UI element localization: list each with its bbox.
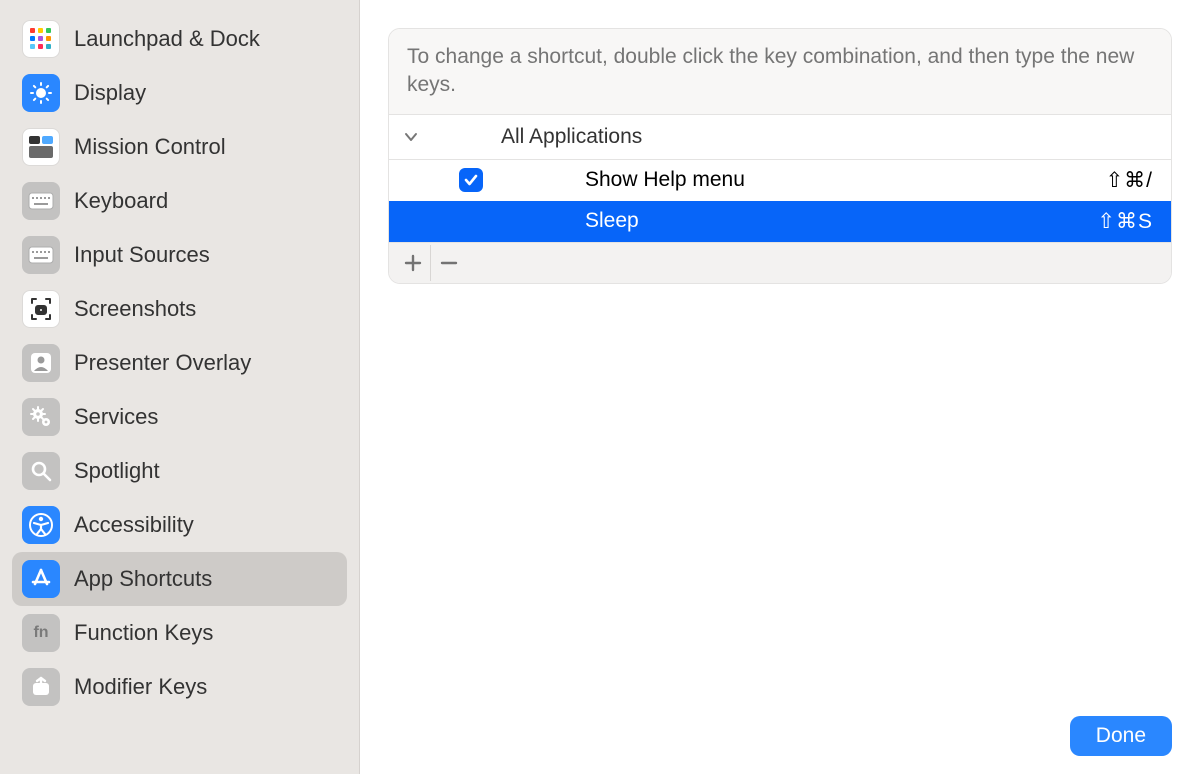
sidebar-item-screenshots[interactable]: Screenshots: [12, 282, 347, 336]
sidebar-item-label: Modifier Keys: [74, 674, 207, 700]
sidebar-item-label: Presenter Overlay: [74, 350, 251, 376]
panel-footer: [389, 242, 1171, 283]
panel-instruction: To change a shortcut, double click the k…: [389, 29, 1171, 115]
sidebar-item-mission-control[interactable]: Mission Control: [12, 120, 347, 174]
sidebar-item-function-keys[interactable]: fn Function Keys: [12, 606, 347, 660]
sidebar-item-keyboard[interactable]: Keyboard: [12, 174, 347, 228]
sidebar-item-input-sources[interactable]: Input Sources: [12, 228, 347, 282]
chevron-down-icon[interactable]: [401, 127, 421, 147]
sidebar-item-presenter-overlay[interactable]: Presenter Overlay: [12, 336, 347, 390]
display-icon: [22, 74, 60, 112]
sidebar-item-label: Launchpad & Dock: [74, 26, 260, 52]
sidebar-item-accessibility[interactable]: Accessibility: [12, 498, 347, 552]
sidebar-item-label: Input Sources: [74, 242, 210, 268]
shortcut-keys[interactable]: ⇧⌘S: [1097, 209, 1153, 234]
sidebar-item-label: Services: [74, 404, 158, 430]
sidebar-item-launchpad-dock[interactable]: Launchpad & Dock: [12, 12, 347, 66]
sidebar-item-label: Display: [74, 80, 146, 106]
shortcut-name: Sleep: [585, 209, 1083, 233]
add-shortcut-button[interactable]: [395, 245, 431, 281]
sidebar-item-label: Function Keys: [74, 620, 213, 646]
sidebar-item-label: Spotlight: [74, 458, 160, 484]
remove-shortcut-button[interactable]: [431, 245, 467, 281]
shortcut-enabled-checkbox[interactable]: [459, 168, 483, 192]
sidebar-item-label: Mission Control: [74, 134, 226, 160]
shortcut-row[interactable]: Sleep ⇧⌘S: [389, 201, 1171, 242]
sidebar-item-services[interactable]: Services: [12, 390, 347, 444]
done-button[interactable]: Done: [1070, 716, 1172, 756]
sidebar-item-label: App Shortcuts: [74, 566, 212, 592]
sidebar: Launchpad & Dock Display Mission Control…: [0, 0, 360, 774]
modifier-keys-icon: [22, 668, 60, 706]
sidebar-item-label: Accessibility: [74, 512, 194, 538]
sidebar-item-display[interactable]: Display: [12, 66, 347, 120]
mission-control-icon: [22, 128, 60, 166]
function-keys-icon: fn: [22, 614, 60, 652]
shortcut-row[interactable]: Show Help menu ⇧⌘/: [389, 160, 1171, 201]
shortcuts-panel: To change a shortcut, double click the k…: [388, 28, 1172, 284]
sidebar-item-spotlight[interactable]: Spotlight: [12, 444, 347, 498]
keyboard-icon: [22, 182, 60, 220]
group-label: All Applications: [501, 125, 642, 149]
shortcut-group-row[interactable]: All Applications: [389, 115, 1171, 160]
presenter-overlay-icon: [22, 344, 60, 382]
main-content: To change a shortcut, double click the k…: [360, 0, 1200, 774]
shortcut-keys[interactable]: ⇧⌘/: [1106, 168, 1153, 193]
sidebar-item-label: Keyboard: [74, 188, 168, 214]
input-sources-icon: [22, 236, 60, 274]
launchpad-icon: [22, 20, 60, 58]
shortcut-name: Show Help menu: [585, 168, 1092, 192]
sidebar-item-app-shortcuts[interactable]: App Shortcuts: [12, 552, 347, 606]
footer-area: Done: [388, 702, 1172, 756]
services-icon: [22, 398, 60, 436]
app-shortcuts-icon: [22, 560, 60, 598]
spotlight-icon: [22, 452, 60, 490]
checkbox-placeholder: [459, 209, 483, 233]
sidebar-item-modifier-keys[interactable]: Modifier Keys: [12, 660, 347, 714]
sidebar-item-label: Screenshots: [74, 296, 196, 322]
screenshots-icon: [22, 290, 60, 328]
accessibility-icon: [22, 506, 60, 544]
